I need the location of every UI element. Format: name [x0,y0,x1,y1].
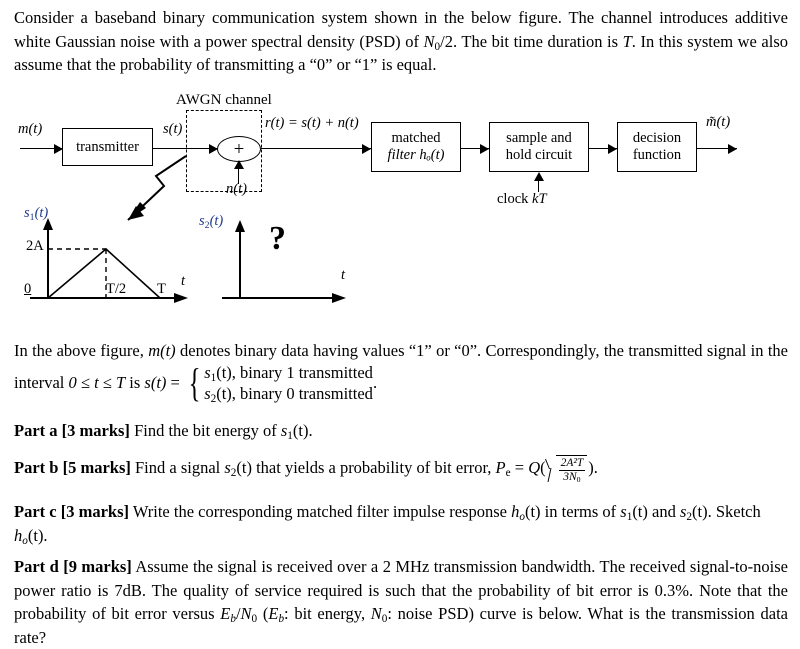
eb-symbol: E [220,604,231,623]
piecewise-definition: {s1(t), binary 1 transmitted s2(t), binar… [185,362,373,404]
case-binary-1: s1(t), binary 1 transmitted [204,362,373,384]
part-a-text2: (t). [292,421,313,440]
n0-divisor: /2 [440,31,453,51]
fraction-numerator: 2A²T [558,457,586,471]
part-c-text1: Write the corresponding matched filter i… [129,502,512,521]
part-c-label: Part c [3 marks] [14,502,130,521]
part-b-paragraph: Part b [5 marks] Find a signal s2(t) tha… [14,455,788,483]
part-b-label: Part b [5 marks] [14,457,131,477]
denominator-symbol: 3N [563,470,577,483]
part-d-text2: ( [257,604,269,623]
square-root-expression: 2A²T 3N0 [547,455,588,483]
n0-symbol: N [423,31,435,51]
part-a-text1: Find the bit energy of [129,421,281,440]
plot-s1-xlabel: t [181,273,186,289]
pe-symbol: P [495,457,506,477]
definition-text-part3: is [125,372,145,392]
intro-paragraph: Consider a baseband binary communication… [14,6,788,77]
plot-s1-origin-label: 0 [24,281,32,297]
radicand: 2A²T 3N0 [555,455,588,484]
m-of-t-inline: m(t) [148,341,176,360]
n0-symbol-2: N [370,604,382,623]
part-d-label: Part d [9 marks] [14,557,132,576]
plot-s2-xlabel: t [341,267,346,283]
part-c-text2: (t) in terms of [524,502,621,521]
intro-text-part2: . The bit time duration is [452,31,623,51]
part-d-text3: : bit energy, [284,604,371,623]
piecewise-cases: s1(t), binary 1 transmitted s2(t), binary… [204,362,373,405]
case1-text: (t), binary 1 transmitted [216,362,373,382]
left-brace-icon: { [188,359,201,405]
q-function-symbol: Q [528,457,541,477]
definition-text-part1: In the above figure, [14,341,149,360]
plot-s2-graphic [222,220,346,303]
plot-s1-tick-full: T [157,281,166,297]
s-of-t-inline: s(t) [144,372,167,392]
plot-s1-tick-half: T/2 [106,281,127,297]
part-a-paragraph: Part a [3 marks] Find the bit energy of … [14,419,788,443]
case2-text: (t), binary 0 transmitted [216,383,373,403]
q-paren-close: ). [588,457,598,477]
denominator-subscript: 0 [576,474,581,484]
definition-period: . [372,372,378,392]
system-block-diagram: AWGN channel m(t) transmitter s(t) + n(t… [0,92,800,324]
exam-question-page: Consider a baseband binary communication… [0,0,800,649]
part-c-text5: (t). [27,525,48,545]
pe-equals: = [510,457,529,477]
plot-s2-ylabel: s2(t) [199,213,223,230]
plot-s1-graphic [30,218,188,303]
bit-duration-symbol: T [622,31,632,51]
plot-s2-ylabel-rest: (t) [209,213,224,229]
part-d-paragraph: Part d [9 marks] Assume the signal is re… [14,555,788,649]
part-c-text3: (t) and [632,502,680,521]
part-c-paragraph: Part c [3 marks] Write the corresponding… [14,500,788,547]
part-b-text2: (t) that yields a probability of bit err… [236,457,496,477]
part-b-text1: Find a signal [130,457,225,477]
part-c-text4: (t). Sketch [692,502,761,521]
case-binary-0: s2(t), binary 0 transmitted [204,383,373,405]
plot-s1-amplitude-label: 2A [26,238,44,254]
interval-expression: 0 ≤ t ≤ T [68,372,126,392]
plot-s2-unknown-marker: ? [269,220,286,257]
eb-symbol-2: E [268,604,279,623]
definition-equals: = [166,372,184,392]
snr-fraction: 2A²T 3N0 [558,457,586,484]
n0-symbol-partd: N [240,604,252,623]
part-c-h2-symbol: h [14,525,23,545]
fraction-denominator: 3N0 [559,471,586,484]
part-a-label: Part a [3 marks] [14,421,130,440]
signal-definition-paragraph: In the above figure, m(t) denotes binary… [14,339,788,405]
